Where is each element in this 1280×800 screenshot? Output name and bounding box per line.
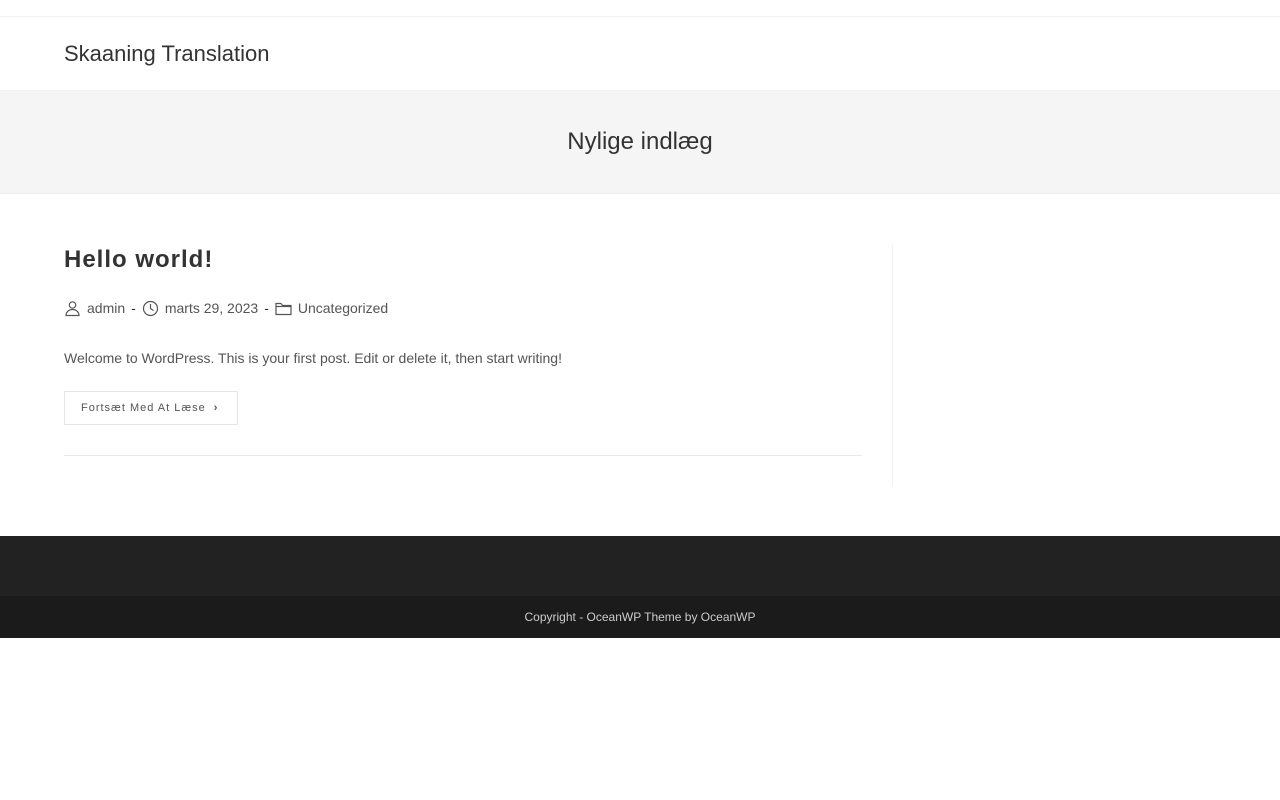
- meta-category: Uncategorized: [275, 300, 388, 317]
- post-divider: [64, 455, 862, 456]
- page-title: Nylige indlæg: [567, 128, 713, 155]
- folder-icon: [275, 302, 292, 315]
- sidebar: [892, 244, 893, 486]
- meta-author: admin: [64, 300, 125, 317]
- author-link[interactable]: admin: [87, 300, 125, 316]
- category-link[interactable]: Uncategorized: [298, 300, 388, 316]
- user-icon: [65, 300, 80, 316]
- meta-separator: -: [264, 300, 269, 316]
- post-excerpt: Welcome to WordPress. This is your first…: [64, 350, 562, 366]
- site-header: Skaaning Translation: [0, 17, 1280, 91]
- read-more-button[interactable]: Fortsæt Med At Læse ›: [64, 391, 238, 425]
- post-title-link[interactable]: Hello world!: [64, 244, 213, 276]
- page-header: Nylige indlæg: [0, 91, 1280, 194]
- copyright-prefix: Copyright -: [524, 610, 587, 624]
- top-bar: [0, 0, 1280, 17]
- site-title-link[interactable]: Skaaning Translation: [64, 41, 269, 67]
- post-meta: admin - marts 29, 2023 - Uncategorized: [64, 298, 388, 318]
- copyright-link[interactable]: OceanWP Theme by OceanWP: [587, 610, 756, 624]
- footer-widgets: [0, 536, 1280, 596]
- post-date: marts 29, 2023: [164, 300, 259, 316]
- clock-icon: [142, 300, 158, 316]
- meta-date: marts 29, 2023: [142, 300, 258, 317]
- meta-separator: -: [131, 300, 136, 316]
- chevron-right-icon: ›: [213, 402, 219, 414]
- read-more-label: Fortsæt Med At Læse: [81, 402, 206, 414]
- footer-copyright: Copyright - OceanWP Theme by OceanWP: [0, 596, 1280, 638]
